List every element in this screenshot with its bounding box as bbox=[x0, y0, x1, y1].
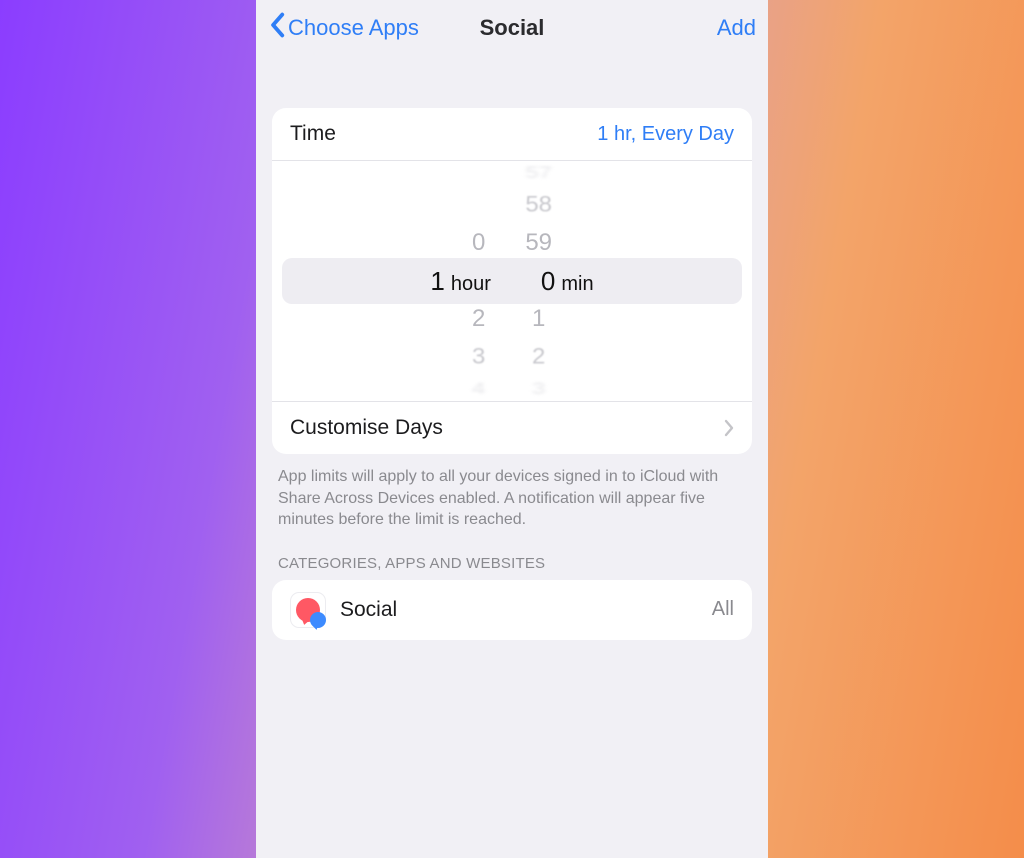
category-row[interactable]: Social All bbox=[272, 580, 752, 640]
customise-days-label: Customise Days bbox=[290, 416, 443, 440]
customise-days-row[interactable]: Customise Days bbox=[272, 401, 752, 454]
time-label: Time bbox=[290, 122, 336, 146]
time-summary-value: 1 hr, Every Day bbox=[597, 123, 734, 146]
content-area: Time 1 hr, Every Day 0 1 2 3 4 57 bbox=[256, 108, 768, 640]
section-header: CATEGORIES, APPS AND WEBSITES bbox=[272, 531, 752, 580]
time-summary-row: Time 1 hr, Every Day bbox=[272, 108, 752, 161]
time-picker[interactable]: 0 1 2 3 4 57 58 59 0 1 2 3 bbox=[272, 161, 752, 401]
category-name: Social bbox=[340, 598, 397, 622]
minute-option: 3 bbox=[532, 382, 545, 396]
time-card: Time 1 hr, Every Day 0 1 2 3 4 57 bbox=[272, 108, 752, 454]
social-category-icon bbox=[290, 592, 326, 628]
minutes-selected: 0 bbox=[541, 266, 555, 297]
hours-selected: 1 bbox=[430, 266, 444, 297]
hour-option: 4 bbox=[472, 382, 485, 396]
chevron-right-icon bbox=[724, 419, 734, 437]
minute-option: 59 bbox=[525, 227, 552, 259]
chevron-left-icon bbox=[268, 12, 286, 44]
minute-option: 2 bbox=[532, 342, 545, 371]
back-label: Choose Apps bbox=[288, 15, 419, 41]
category-scope: All bbox=[712, 598, 734, 621]
settings-screen: Choose Apps Social Add Time 1 hr, Every … bbox=[256, 0, 768, 858]
minutes-unit: min bbox=[561, 273, 593, 296]
picker-selection-bar: 1 hour 0 min bbox=[282, 258, 742, 304]
minute-option: 57 bbox=[525, 166, 552, 180]
hour-option: 2 bbox=[472, 303, 485, 335]
back-button[interactable]: Choose Apps bbox=[268, 12, 419, 44]
hour-option: 0 bbox=[472, 227, 485, 259]
page-title: Social bbox=[480, 15, 545, 41]
hours-unit: hour bbox=[451, 273, 491, 296]
add-button[interactable]: Add bbox=[717, 15, 756, 41]
minute-option: 1 bbox=[532, 303, 545, 335]
nav-bar: Choose Apps Social Add bbox=[256, 0, 768, 56]
hour-option: 3 bbox=[472, 342, 485, 371]
minute-option: 58 bbox=[525, 190, 552, 219]
footer-note: App limits will apply to all your device… bbox=[272, 454, 752, 531]
